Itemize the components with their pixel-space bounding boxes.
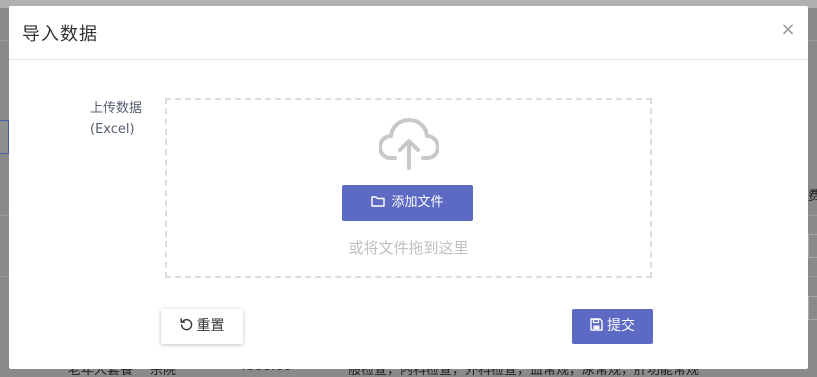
cloud-upload-icon: [379, 118, 439, 170]
close-button[interactable]: ×: [779, 20, 797, 40]
background-tab-edge: [0, 120, 9, 154]
reset-icon: [180, 318, 192, 331]
upload-label-text: 上传数据: [90, 101, 143, 116]
upload-field-label: 上传数据 (Excel): [90, 98, 160, 140]
dialog-title: 导入数据: [22, 24, 98, 45]
background-cell-edge: [808, 234, 817, 258]
add-file-button[interactable]: 添加文件: [342, 185, 473, 221]
reset-button[interactable]: 重置: [161, 309, 243, 344]
submit-label: 提交: [607, 318, 635, 334]
submit-button[interactable]: 提交: [572, 309, 653, 344]
save-icon: [590, 318, 603, 331]
folder-icon: [371, 196, 386, 207]
import-data-dialog: 导入数据 × 上传数据 (Excel) 添加文件 或将文件拖到这里 重置 提交: [9, 6, 808, 369]
add-file-label: 添加文件: [391, 195, 444, 210]
background-column-header: 费: [808, 189, 817, 204]
upload-format-text: (Excel): [90, 122, 135, 137]
dialog-header: 导入数据 ×: [9, 6, 808, 60]
drop-hint-text: 或将文件拖到这里: [348, 239, 469, 257]
reset-label: 重置: [196, 318, 225, 334]
file-dropzone[interactable]: 添加文件 或将文件拖到这里: [165, 98, 652, 278]
background-cell-edge: [808, 296, 817, 320]
